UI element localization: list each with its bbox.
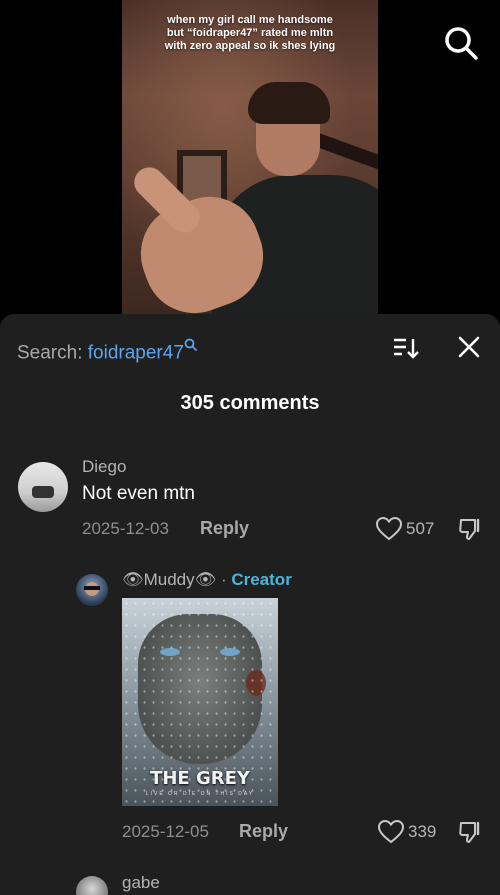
comment-count: 305 comments [180,392,320,414]
comment-author[interactable]: Diego [82,457,126,477]
avatar[interactable] [76,574,108,606]
video-person-hair [248,82,330,124]
heart-icon [376,517,402,541]
comment-date: 2025-12-03 [82,519,169,538]
dislike-icon[interactable] [458,517,482,541]
comment-author[interactable]: gabe [122,873,160,893]
creator-badge: Creator [231,570,292,589]
avatar[interactable] [18,462,68,512]
comment-search-label[interactable]: Search: foidraper47 [17,338,197,364]
search-term-icon [184,338,197,354]
heart-icon [378,820,404,844]
reply-button[interactable]: Reply [239,821,288,842]
like-button[interactable]: 339 [378,820,442,844]
poster-tagline: LIVE OR DIE ON THIS DAY [145,791,255,797]
separator: · [220,570,227,589]
comment-image[interactable]: THE GREY LIVE OR DIE ON THIS DAY [122,598,278,806]
like-button[interactable]: 507 [376,517,440,541]
reply-button[interactable]: Reply [200,518,249,539]
close-icon[interactable] [458,336,480,358]
comments-sheet: Search: foidraper47 305 comments Diego N… [0,314,500,895]
poster-title: THE GREY [150,768,250,789]
dislike-icon[interactable] [458,820,482,844]
comment-date: 2025-12-05 [122,822,209,841]
like-count: 507 [406,519,435,538]
search-icon[interactable] [442,24,480,62]
search-prefix: Search: [17,342,88,364]
video-player[interactable]: when my girl call me handsome but “foidr… [122,0,378,316]
avatar[interactable] [76,876,108,895]
comments-header: Search: foidraper47 [0,314,500,384]
like-count: 339 [408,822,437,841]
comment-author[interactable]: 👁Muddy👁 [122,570,216,589]
search-term[interactable]: foidraper47 [88,342,184,363]
sort-icon[interactable] [392,336,420,360]
video-caption: when my girl call me handsome but “foidr… [164,14,336,52]
comment-author-line: 👁Muddy👁 · Creator [122,570,292,590]
comment-text: Not even mtn [82,483,195,504]
